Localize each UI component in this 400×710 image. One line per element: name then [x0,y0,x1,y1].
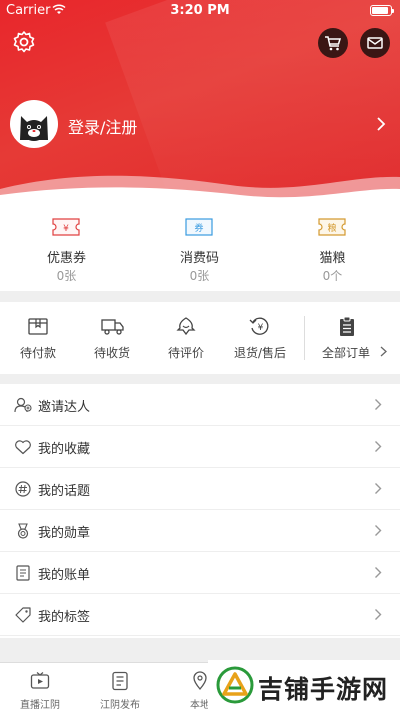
menu-bills-label: 我的账单 [38,568,91,583]
cat-food-item[interactable]: 粮 猫粮 0个 [266,205,399,291]
svg-text:¥: ¥ [63,224,69,234]
truck-icon [101,319,124,335]
site-watermark: 吉铺手游网 [208,660,400,710]
header-wave [0,175,400,205]
order-pending-receipt-label: 待收货 [93,346,130,360]
svg-text:¥: ¥ [258,323,264,333]
cat-food-label: 猫粮 [319,251,346,266]
wallet-icon [28,318,48,335]
cat-food-icon: 粮 [318,218,346,236]
chevron-right-icon [375,525,382,536]
chevron-right-icon [380,346,387,357]
chevron-right-icon [375,399,382,410]
menu-topics[interactable]: 我的话题 [0,468,400,510]
tab-live[interactable]: 直播江阴 [0,663,80,710]
settings-gear-icon[interactable] [12,30,36,54]
all-orders-label: 全部订单 [322,346,371,360]
bill-icon [16,565,30,581]
orders-divider [304,316,305,360]
consumption-code-label: 消费码 [179,251,219,266]
consumption-code-icon: 券 [185,218,213,236]
coupon-count: 0张 [56,269,77,283]
order-pending-review-label: 待评价 [167,346,204,360]
menu-tags[interactable]: 我的标签 [0,594,400,636]
watermark-text: 吉铺手游网 [258,675,389,704]
cat-avatar-icon [20,116,48,141]
wifi-icon [52,4,66,14]
menu-favorites-label: 我的收藏 [38,442,91,457]
menu-medals[interactable]: 我的勋章 [0,510,400,552]
cart-button[interactable] [318,28,348,58]
menu-tags-label: 我的标签 [38,610,91,625]
menu-favorites[interactable]: 我的收藏 [0,426,400,468]
svg-text:券: 券 [194,222,203,234]
tab-news-label: 江阴发布 [100,700,140,710]
messages-button[interactable] [360,28,390,58]
order-pending-payment[interactable]: 待付款 [0,302,76,374]
invite-icon [14,397,32,413]
local-icon [193,671,207,690]
avatar[interactable] [10,100,58,148]
assets-row: ¥ 优惠券 0张 券 消费码 0张 粮 猫粮 0个 [0,205,400,291]
order-refund[interactable]: ¥ 退货/售后 [222,302,298,374]
refund-icon: ¥ [249,317,269,335]
login-row[interactable]: 登录/注册 [10,100,390,148]
cart-icon [325,36,342,51]
heart-icon [15,440,31,455]
menu-medals-label: 我的勋章 [38,526,91,541]
login-register-link[interactable]: 登录/注册 [68,114,137,138]
tv-icon [30,672,50,689]
svg-text:粮: 粮 [327,222,336,234]
consumption-code-count: 0张 [189,269,210,283]
order-pending-review[interactable]: 待评价 [148,302,224,374]
menu-invite[interactable]: 邀请达人 [0,384,400,426]
tab-live-label: 直播江阴 [20,700,60,710]
coupon-item[interactable]: ¥ 优惠券 0张 [0,205,133,291]
cat-food-count: 0个 [322,269,343,283]
feature-menu: 邀请达人 我的收藏 我的话题 我的勋章 我的账单 我的标签 [0,384,400,638]
clipboard-icon [340,316,354,336]
watermark-logo-icon [216,666,254,704]
menu-invite-label: 邀请达人 [38,400,91,415]
all-orders-button[interactable]: 全部订单 [306,302,400,374]
news-icon [112,671,128,691]
chevron-right-icon [375,483,382,494]
order-refund-label: 退货/售后 [233,346,287,360]
order-pending-payment-label: 待付款 [19,346,56,360]
status-bar: Carrier 3:20 PM [0,0,400,22]
chevron-right-icon [375,441,382,452]
menu-topics-label: 我的话题 [38,484,91,499]
tag-icon [15,607,31,623]
menu-bills[interactable]: 我的账单 [0,552,400,594]
consumption-code-item[interactable]: 券 消费码 0张 [133,205,266,291]
coupon-icon: ¥ [52,218,80,236]
tab-news[interactable]: 江阴发布 [80,663,160,710]
battery-icon [370,5,394,16]
order-pending-receipt[interactable]: 待收货 [74,302,150,374]
hashtag-icon [15,481,31,497]
review-icon [176,317,196,336]
mail-icon [367,37,383,49]
chevron-right-icon [377,117,386,131]
chevron-right-icon [375,609,382,620]
chevron-right-icon [375,567,382,578]
carrier-label: Carrier [6,3,51,18]
medal-icon [17,523,29,539]
coupon-label: 优惠券 [46,251,86,266]
orders-row: 待付款 待收货 待评价 ¥ 退货/售后 全部订单 [0,302,400,374]
